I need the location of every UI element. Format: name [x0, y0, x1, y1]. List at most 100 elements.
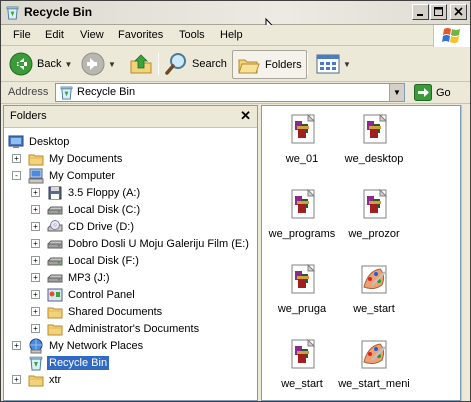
tree-item[interactable]: Recycle Bin — [28, 354, 110, 371]
file-item[interactable]: we_desktop — [332, 113, 416, 165]
tree-item[interactable]: Local Disk (C:) — [47, 201, 142, 218]
go-button[interactable]: Go — [414, 84, 451, 101]
address-input[interactable]: Recycle Bin ▼ — [55, 83, 405, 102]
tree-expander-plus-icon[interactable]: + — [31, 256, 40, 265]
tree-item[interactable]: My Network Places — [28, 337, 145, 354]
back-label: Back — [37, 58, 62, 70]
paint-icon — [361, 265, 387, 294]
file-item[interactable]: we_prozor — [332, 188, 416, 240]
views-dropdown-icon[interactable]: ▼ — [343, 60, 351, 69]
tree-item-label: My Computer — [49, 169, 116, 182]
folders-pane-header: Folders ✕ — [4, 106, 257, 128]
minimize-button[interactable] — [412, 4, 429, 20]
menu-tools[interactable]: Tools — [179, 29, 205, 41]
folders-pane: Folders ✕ Desktop + My Documents - My Comput… — [3, 105, 258, 401]
tree-expander-plus-icon[interactable]: + — [31, 205, 40, 214]
up-folder-icon — [130, 54, 152, 74]
views-button[interactable]: ▼ — [316, 49, 351, 79]
address-value: Recycle Bin — [77, 86, 136, 98]
search-button[interactable]: Search — [164, 49, 227, 79]
back-arrow-icon — [9, 52, 33, 76]
tree-item-label: MP3 (J:) — [68, 271, 110, 284]
file-label: we_prozor — [348, 228, 400, 240]
tree-item-label: Administrator's Documents — [68, 322, 200, 335]
back-dropdown-icon[interactable]: ▼ — [64, 60, 72, 69]
title-bar[interactable]: Recycle Bin — [1, 1, 470, 25]
tree-expander-plus-icon[interactable]: + — [31, 222, 40, 231]
menu-help[interactable]: Help — [220, 29, 243, 41]
vertical-scrollbar[interactable] — [461, 105, 470, 401]
tree-expander-plus-icon[interactable]: + — [31, 324, 40, 333]
minimize-icon — [417, 14, 423, 16]
folders-label: Folders — [265, 58, 302, 71]
close-button[interactable] — [450, 4, 467, 20]
winrar-archive-icon — [363, 188, 388, 219]
toolbar-separator — [158, 53, 159, 75]
address-bar: Address Recycle Bin ▼ Go — [1, 82, 470, 104]
tree-item[interactable]: Desktop — [8, 133, 71, 150]
tree-expander-plus-icon[interactable]: + — [12, 375, 21, 384]
go-label: Go — [436, 86, 451, 99]
maximize-button[interactable] — [430, 4, 447, 20]
tree-expander-minus-icon[interactable]: - — [12, 171, 21, 180]
forward-arrow-icon — [81, 52, 105, 76]
folders-button[interactable]: Folders — [232, 50, 307, 79]
menu-edit[interactable]: Edit — [45, 29, 64, 41]
address-dropdown-button[interactable]: ▼ — [389, 84, 404, 101]
tree-item[interactable]: Local Disk (F:) — [47, 252, 141, 269]
tree-item[interactable]: My Computer — [28, 167, 117, 184]
tree-item[interactable]: My Documents — [28, 150, 124, 167]
drive-icon — [47, 206, 63, 214]
tree-expander-plus-icon[interactable]: + — [31, 273, 40, 282]
forward-dropdown-icon[interactable]: ▼ — [108, 60, 116, 69]
tree-item[interactable]: xtr — [28, 371, 63, 388]
tree-item[interactable]: 3.5 Floppy (A:) — [47, 184, 142, 201]
tree-expander-plus-icon[interactable]: + — [12, 154, 21, 163]
explorer-window: Recycle Bin File Edit View Favorites Too… — [0, 0, 471, 402]
tree-expander-plus-icon[interactable]: + — [31, 290, 40, 299]
up-folder-button[interactable] — [129, 49, 153, 79]
back-button[interactable]: Back ▼ — [9, 49, 72, 79]
folder-icon — [28, 154, 44, 165]
tree-expander-plus-icon[interactable]: + — [12, 341, 21, 350]
tree-item[interactable]: Control Panel — [47, 286, 137, 303]
file-item[interactable]: we_start_meni — [332, 338, 416, 390]
tree-item-label: My Documents — [49, 152, 123, 165]
folders-pane-title: Folders — [10, 110, 47, 122]
go-arrow-icon — [414, 84, 432, 101]
desktop-icon — [8, 135, 24, 148]
drive-icon — [47, 257, 63, 265]
winrar-archive-icon — [291, 113, 316, 144]
computer-icon — [28, 168, 44, 183]
folders-icon — [238, 59, 260, 73]
tree-item[interactable]: Administrator's Documents — [47, 320, 201, 337]
winrar-archive-icon — [363, 113, 388, 144]
file-label: we_start — [353, 303, 395, 315]
tree-item-label: Shared Documents — [68, 305, 163, 318]
close-pane-button[interactable]: ✕ — [240, 108, 251, 124]
menu-file[interactable]: File — [13, 29, 31, 41]
menu-favorites[interactable]: Favorites — [118, 29, 163, 41]
file-label: we_desktop — [344, 153, 404, 165]
recycle-bin-icon — [29, 356, 43, 370]
forward-button[interactable]: ▼ — [81, 49, 116, 79]
tree-expander-plus-icon[interactable]: + — [31, 239, 40, 248]
file-item[interactable]: we_start — [332, 263, 416, 315]
file-label: we_start_meni — [338, 378, 410, 390]
tree-item[interactable]: Shared Documents — [47, 303, 164, 320]
tree-expander-plus-icon[interactable]: + — [31, 188, 40, 197]
tree-item-label: Local Disk (C:) — [68, 203, 141, 216]
tree-expander-plus-icon[interactable]: + — [31, 307, 40, 316]
tree-item[interactable]: MP3 (J:) — [47, 269, 112, 286]
recycle-bin-icon — [60, 86, 73, 100]
views-icon — [316, 54, 340, 74]
windows-logo — [433, 25, 470, 47]
close-icon — [454, 7, 463, 16]
tree-item[interactable]: CD Drive (D:) — [47, 218, 136, 235]
menu-view[interactable]: View — [80, 29, 104, 41]
tree-item[interactable]: Dobro Dosli U Moju Galeriju Film (E:) — [47, 235, 251, 252]
winrar-archive-icon — [291, 263, 316, 294]
paint-icon — [361, 340, 387, 369]
floppy-icon — [48, 186, 62, 199]
winrar-archive-icon — [291, 188, 316, 219]
